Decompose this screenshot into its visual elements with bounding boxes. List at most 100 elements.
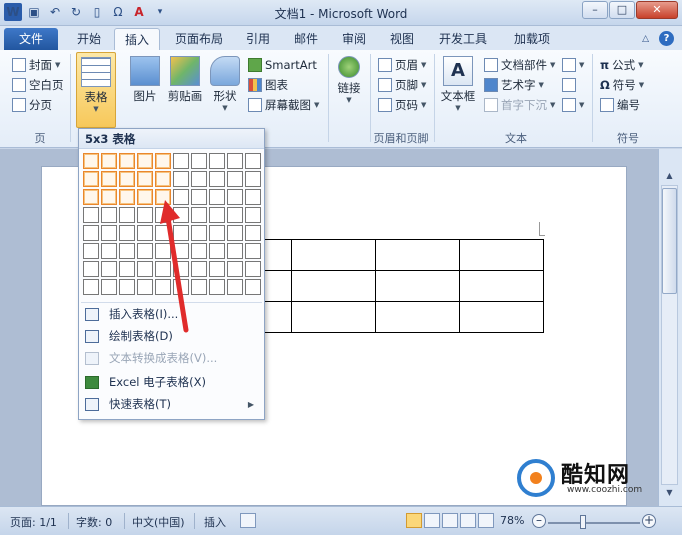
grid-cell[interactable] (119, 243, 135, 259)
zoom-slider-track[interactable] (548, 522, 640, 524)
grid-cell[interactable] (83, 171, 99, 187)
scroll-down-icon[interactable]: ▼ (662, 488, 677, 502)
quick-parts-button[interactable]: 文档部件 ▼ (484, 56, 555, 74)
page-break-button[interactable]: 分页 (12, 96, 52, 114)
grid-cell[interactable] (245, 207, 261, 223)
grid-cell[interactable] (191, 153, 207, 169)
grid-cell[interactable] (119, 153, 135, 169)
zoom-slider-thumb[interactable] (580, 515, 586, 529)
table-button[interactable]: 表格 ▼ (76, 52, 116, 128)
tab-home[interactable]: 开始 (66, 28, 112, 50)
blank-page-button[interactable]: 空白页 (12, 76, 64, 94)
symbol-button[interactable]: Ω 符号 ▼ (600, 76, 644, 94)
grid-cell[interactable] (83, 207, 99, 223)
tab-insert[interactable]: 插入 (114, 28, 160, 50)
grid-cell[interactable] (245, 225, 261, 241)
grid-cell[interactable] (227, 243, 243, 259)
grid-cell[interactable] (245, 243, 261, 259)
grid-cell[interactable] (101, 261, 117, 277)
grid-cell[interactable] (245, 261, 261, 277)
smartart-button[interactable]: SmartArt (248, 56, 317, 74)
grid-cell[interactable] (245, 171, 261, 187)
table-cell[interactable] (291, 301, 376, 333)
grid-cell[interactable] (245, 153, 261, 169)
tab-file[interactable]: 文件 (4, 28, 58, 50)
grid-cell[interactable] (119, 261, 135, 277)
grid-cell[interactable] (227, 189, 243, 205)
grid-cell[interactable] (227, 153, 243, 169)
table-cell[interactable] (459, 270, 544, 302)
zoom-in-icon[interactable]: + (642, 514, 656, 528)
grid-cell[interactable] (227, 279, 243, 295)
grid-cell[interactable] (83, 243, 99, 259)
links-button[interactable]: 链接 ▼ (334, 56, 364, 104)
cover-page-button[interactable]: 封面 ▼ (12, 56, 60, 74)
print-layout-icon[interactable] (406, 513, 422, 528)
grid-cell[interactable] (101, 171, 117, 187)
tab-references[interactable]: 引用 (238, 28, 278, 50)
signature-button[interactable]: ▼ (562, 56, 584, 74)
table-cell[interactable] (291, 270, 376, 302)
grid-cell[interactable] (119, 279, 135, 295)
zoom-level[interactable]: 78% (500, 514, 524, 527)
grid-cell[interactable] (173, 171, 189, 187)
grid-cell[interactable] (209, 189, 225, 205)
quick-tables-item[interactable]: 快速表格(T) ▶ (81, 393, 262, 415)
grid-cell[interactable] (155, 153, 171, 169)
header-button[interactable]: 页眉 ▼ (378, 56, 426, 74)
grid-cell[interactable] (173, 153, 189, 169)
web-layout-icon[interactable] (442, 513, 458, 528)
grid-cell[interactable] (101, 207, 117, 223)
grid-cell[interactable] (119, 171, 135, 187)
grid-cell[interactable] (83, 279, 99, 295)
grid-cell[interactable] (209, 207, 225, 223)
grid-cell[interactable] (101, 189, 117, 205)
table-cell[interactable] (375, 301, 460, 333)
datetime-button[interactable] (562, 76, 576, 94)
grid-cell[interactable] (209, 243, 225, 259)
grid-cell[interactable] (83, 189, 99, 205)
wordart-button[interactable]: 艺术字 ▼ (484, 76, 544, 94)
tab-review[interactable]: 审阅 (334, 28, 374, 50)
grid-cell[interactable] (209, 153, 225, 169)
grid-cell[interactable] (155, 171, 171, 187)
object-button[interactable]: ▼ (562, 96, 584, 114)
dropcap-button[interactable]: 首字下沉 ▼ (484, 96, 555, 114)
table-cell[interactable] (459, 301, 544, 333)
shapes-button[interactable]: 形状 ▼ (208, 56, 242, 112)
grid-cell[interactable] (209, 171, 225, 187)
excel-spreadsheet-item[interactable]: Excel 电子表格(X) (81, 371, 262, 393)
draft-view-icon[interactable] (478, 513, 494, 528)
tab-mailings[interactable]: 邮件 (286, 28, 326, 50)
page-number-button[interactable]: 页码 ▼ (378, 96, 426, 114)
outline-view-icon[interactable] (460, 513, 476, 528)
table-cell[interactable] (375, 239, 460, 271)
textbox-button[interactable]: A 文本框 ▼ (438, 56, 478, 112)
minimize-icon[interactable]: – (582, 1, 608, 19)
grid-cell[interactable] (83, 225, 99, 241)
grid-cell[interactable] (191, 171, 207, 187)
footer-button[interactable]: 页脚 ▼ (378, 76, 426, 94)
grid-cell[interactable] (101, 153, 117, 169)
word-count-status[interactable]: 字数: 0 (76, 514, 112, 530)
table-cell[interactable] (375, 270, 460, 302)
grid-cell[interactable] (119, 207, 135, 223)
equation-button[interactable]: π 公式 ▼ (600, 56, 644, 74)
grid-cell[interactable] (101, 225, 117, 241)
grid-cell[interactable] (101, 243, 117, 259)
tab-view[interactable]: 视图 (382, 28, 422, 50)
grid-cell[interactable] (119, 189, 135, 205)
full-screen-reading-icon[interactable] (424, 513, 440, 528)
grid-cell[interactable] (83, 153, 99, 169)
macro-record-icon[interactable] (240, 513, 256, 528)
zoom-out-icon[interactable]: – (532, 514, 546, 528)
tab-addins[interactable]: 加载项 (504, 28, 560, 50)
clipart-button[interactable]: 剪贴画 (164, 56, 206, 104)
scrollbar-thumb[interactable] (662, 188, 677, 294)
grid-cell[interactable] (227, 225, 243, 241)
grid-cell[interactable] (245, 279, 261, 295)
language-status[interactable]: 中文(中国) (132, 514, 185, 530)
scroll-up-icon[interactable]: ▲ (662, 171, 677, 185)
screenshot-button[interactable]: 屏幕截图 ▼ (248, 96, 319, 114)
grid-cell[interactable] (101, 279, 117, 295)
